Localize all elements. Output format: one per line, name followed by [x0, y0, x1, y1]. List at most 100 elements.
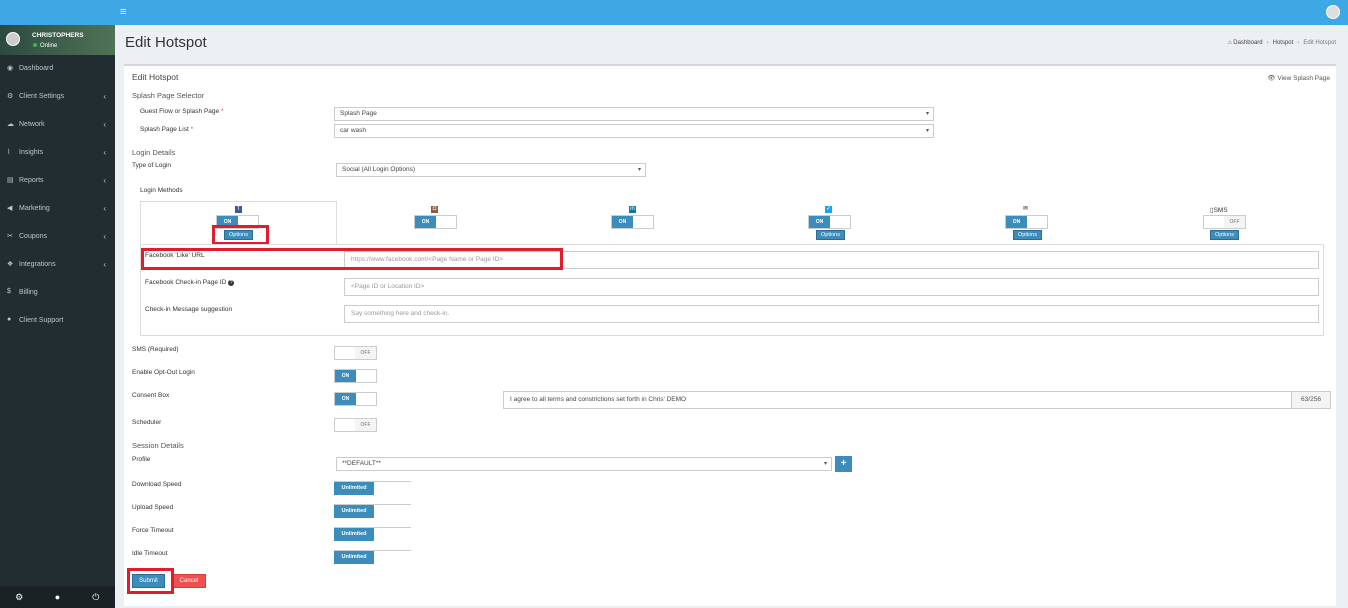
sidebar-item-dashboard[interactable]: ◉ Dashboard: [0, 55, 115, 83]
sidebar-item-label: Client Settings: [19, 93, 65, 100]
sidebar-menu: ◉ Dashboard ⚙ Client Settings ‹ ☁ Network ‹ ⌇ Ins…: [0, 55, 115, 335]
sidebar-item-integrations[interactable]: ❖ Integrations ‹: [0, 251, 115, 279]
opt-out-toggle[interactable]: ON: [334, 369, 377, 383]
view-splash-page-link[interactable]: 👁 View Splash Page: [1267, 74, 1330, 82]
puzzle-icon: ❖: [7, 261, 14, 268]
gear-icon: ⚙: [7, 93, 14, 100]
highlight-box: [127, 568, 174, 594]
main-content: Edit Hotspot ⌂ Dashboard › Hotspot › Edit Ho…: [115, 25, 1348, 608]
session-section-heading: Session Details: [132, 441, 184, 450]
breadcrumb-dashboard[interactable]: Dashboard: [1233, 40, 1262, 46]
email-toggle[interactable]: ON: [1005, 215, 1048, 229]
checkin-message-label: Check-in Message suggestion: [145, 306, 233, 313]
idle-timeout-toggle[interactable]: Unlimited: [334, 550, 411, 564]
sidebar-item-billing[interactable]: $ Billing: [0, 279, 115, 307]
consent-box-label: Consent Box: [132, 392, 170, 399]
sidebar-item-insights[interactable]: ⌇ Insights ‹: [0, 139, 115, 167]
sidebar-item-label: Network: [19, 121, 45, 128]
user-name: CHRISTOPHERS: [32, 32, 84, 39]
email-options-button[interactable]: Options: [1013, 230, 1042, 240]
user-panel: CHRISTOPHERS Online: [0, 25, 115, 55]
sidebar-item-client-support[interactable]: ● Client Support: [0, 307, 115, 335]
sms-options-button[interactable]: Options: [1210, 230, 1239, 240]
idle-timeout-label: Idle Timeout: [132, 550, 168, 557]
facebook-icon: f: [235, 206, 242, 213]
linkedin-toggle[interactable]: ON: [611, 215, 654, 229]
chevron-left-icon: ‹: [103, 120, 106, 129]
linkedin-icon: in: [629, 206, 636, 213]
twitter-toggle[interactable]: ON: [808, 215, 851, 229]
chevron-left-icon: ‹: [103, 232, 106, 241]
consent-char-count: 63/256: [1291, 391, 1331, 409]
add-profile-button[interactable]: +: [835, 456, 852, 472]
reports-icon: ▤: [7, 177, 14, 184]
sidebar-item-label: Dashboard: [19, 65, 54, 72]
facebook-checkin-label: Facebook Check-in Page ID ?: [145, 279, 235, 286]
consent-text-input[interactable]: I agree to all terms and constrictions s…: [503, 391, 1292, 409]
login-methods-label: Login Methods: [140, 187, 183, 194]
upload-speed-label: Upload Speed: [132, 504, 174, 511]
checkin-message-input[interactable]: Say something here and check-in.: [344, 305, 1319, 323]
sms-method-label: ▯SMS: [1210, 207, 1228, 214]
login-type-select[interactable]: Social (All Login Options): [336, 163, 646, 177]
profile-select[interactable]: **DEFAULT**: [336, 457, 832, 471]
splash-list-select[interactable]: car wash: [334, 124, 934, 138]
dollar-icon: $: [7, 288, 11, 295]
settings-gear-icon[interactable]: ⚙: [0, 586, 38, 608]
sidebar: CHRISTOPHERS Online ◉ Dashboard ⚙ Client Se…: [0, 25, 115, 608]
home-icon: ⌂: [1227, 40, 1232, 46]
sidebar-item-reports[interactable]: ▤ Reports ‹: [0, 167, 115, 195]
sidebar-item-label: Reports: [19, 177, 44, 184]
highlight-box: [212, 225, 269, 245]
sidebar-item-coupons[interactable]: ✂ Coupons ‹: [0, 223, 115, 251]
breadcrumb-hotspot[interactable]: Hotspot: [1273, 40, 1294, 46]
splash-section-heading: Splash Page Selector: [132, 91, 205, 100]
power-icon[interactable]: ⏻: [77, 586, 115, 608]
force-timeout-label: Force Timeout: [132, 527, 174, 534]
login-section-heading: Login Details: [132, 148, 176, 157]
hamburger-icon[interactable]: ≡: [120, 6, 126, 18]
instagram-toggle[interactable]: ON: [414, 215, 457, 229]
user-avatar-icon[interactable]: [1326, 5, 1340, 19]
sidebar-item-label: Marketing: [19, 205, 50, 212]
chevron-left-icon: ‹: [103, 176, 106, 185]
breadcrumb-separator: ›: [1266, 40, 1269, 46]
box-title: Edit Hotspot: [132, 72, 179, 82]
sidebar-item-label: Coupons: [19, 233, 48, 240]
scheduler-toggle[interactable]: OFF: [334, 418, 377, 432]
splash-list-label: Splash Page List *: [140, 126, 194, 133]
guest-flow-select[interactable]: Splash Page: [334, 107, 934, 121]
sidebar-item-network[interactable]: ☁ Network ‹: [0, 111, 115, 139]
sidebar-item-marketing[interactable]: ◀ Marketing ‹: [0, 195, 115, 223]
help-icon: ?: [228, 280, 235, 286]
consent-box-toggle[interactable]: ON: [334, 392, 377, 406]
coupon-icon: ✂: [7, 233, 13, 240]
highlight-box: [141, 248, 563, 270]
avatar: [6, 32, 20, 46]
breadcrumb-current: Edit Hotspot: [1303, 40, 1336, 46]
sidebar-footer: ⚙ ● ⏻: [0, 586, 115, 608]
cloud-icon: ☁: [7, 121, 14, 128]
profile-icon[interactable]: ●: [38, 586, 76, 608]
user-status: Online: [33, 43, 57, 49]
sidebar-item-label: Integrations: [19, 261, 56, 268]
download-speed-toggle[interactable]: Unlimited: [334, 481, 411, 495]
twitter-options-button[interactable]: Options: [816, 230, 845, 240]
sidebar-item-client-settings[interactable]: ⚙ Client Settings ‹: [0, 83, 115, 111]
sms-required-toggle[interactable]: OFF: [334, 346, 377, 360]
download-speed-label: Download Speed: [132, 481, 182, 488]
upload-speed-toggle[interactable]: Unlimited: [334, 504, 411, 518]
instagram-icon: ◘: [431, 206, 438, 213]
chevron-left-icon: ‹: [103, 204, 106, 213]
opt-out-label: Enable Opt-Out Login: [132, 369, 195, 376]
sms-method-toggle[interactable]: OFF: [1203, 215, 1246, 229]
twitter-icon: ✓: [825, 206, 832, 213]
facebook-checkin-input[interactable]: <Page ID or Location ID>: [344, 278, 1319, 296]
cancel-button[interactable]: Cancel: [172, 574, 206, 588]
breadcrumb-separator: ›: [1297, 40, 1300, 46]
edit-hotspot-box: Edit Hotspot 👁 View Splash Page Splash P…: [124, 64, 1336, 606]
force-timeout-toggle[interactable]: Unlimited: [334, 527, 411, 541]
breadcrumb: ⌂ Dashboard › Hotspot › Edit Hotspot: [1228, 40, 1336, 46]
page-title: Edit Hotspot: [125, 34, 207, 51]
sidebar-item-label: Insights: [19, 149, 44, 156]
